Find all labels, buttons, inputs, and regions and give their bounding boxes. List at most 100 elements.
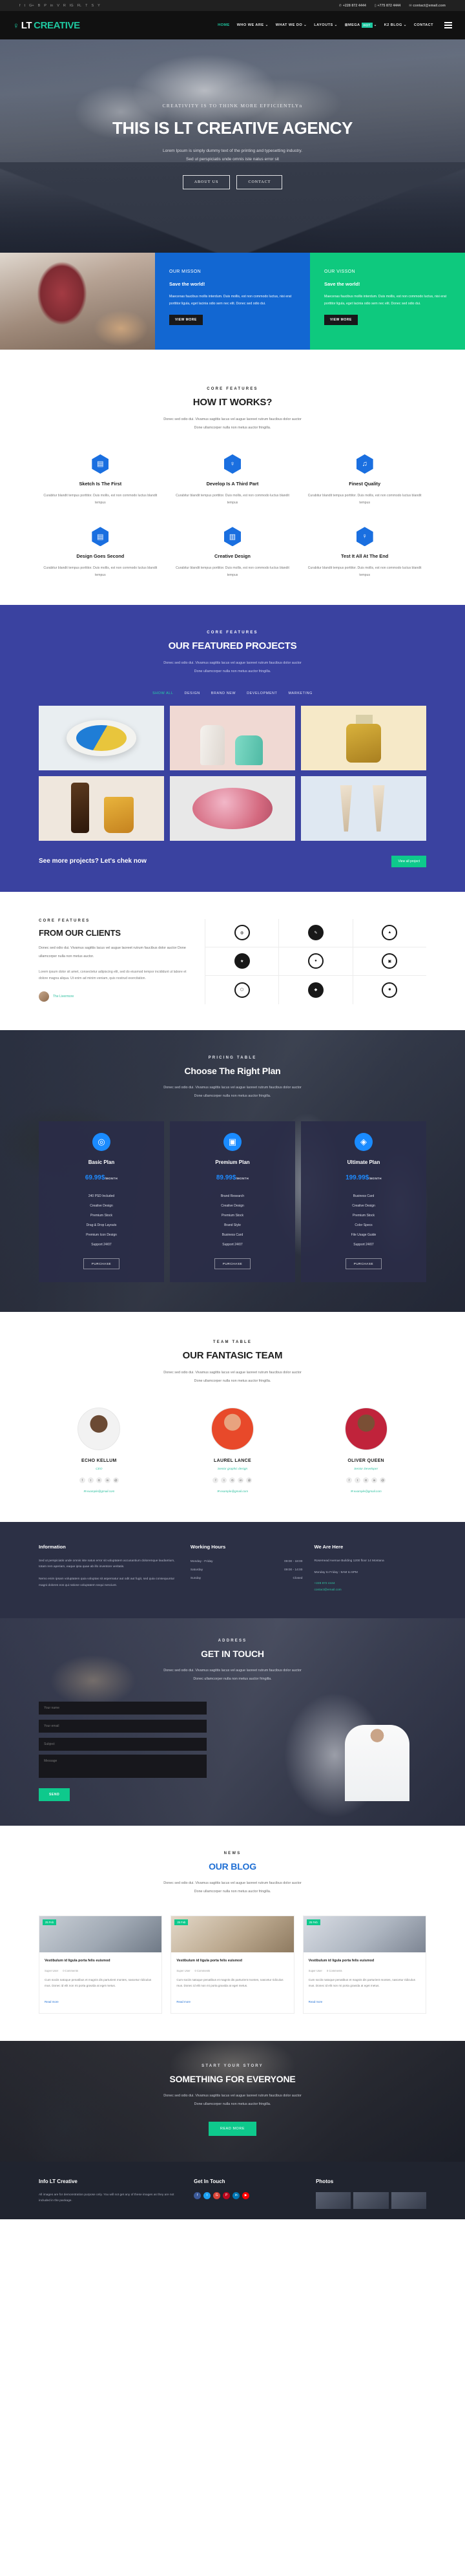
client-logo-cell[interactable]: ● <box>278 947 353 976</box>
project-macarons[interactable] <box>170 776 295 841</box>
nav-item-layouts[interactable]: LAYOUTS ⌄ <box>314 23 338 27</box>
facebook-icon[interactable]: f <box>19 4 21 8</box>
mission-view-more-button[interactable]: VIEW MORE <box>169 315 203 326</box>
linkedin-icon[interactable]: in <box>371 1477 378 1483</box>
contact-email[interactable]: ✉ contact@email.com <box>409 4 446 8</box>
project-paint-roller[interactable] <box>39 705 164 770</box>
send-button[interactable]: SEND <box>39 1788 70 1801</box>
nav-item-what-we-do[interactable]: WHAT WE DO ⌄ <box>276 23 307 27</box>
twitter-icon[interactable]: t <box>25 4 26 8</box>
rss-icon[interactable]: R <box>63 4 66 8</box>
twitter-icon[interactable]: t <box>355 1477 361 1483</box>
client-logo-cell[interactable]: ◆ <box>278 975 352 1004</box>
pinterest-icon[interactable]: P <box>44 4 46 8</box>
twitter-icon[interactable]: t <box>87 1477 94 1483</box>
instagram-icon[interactable]: @ <box>380 1477 386 1483</box>
blog-post[interactable]: 25 Feb Vestibulum id ligula porta felis … <box>302 1915 426 2014</box>
twitter-icon[interactable]: t <box>203 2191 211 2199</box>
vision-view-more-button[interactable]: VIEW MORE <box>324 315 358 326</box>
blog-post[interactable]: 25 Feb Vestibulum id ligula porta felis … <box>170 1915 294 2014</box>
google-plus-icon[interactable]: G <box>213 2191 221 2199</box>
vimeo-icon[interactable]: V <box>57 4 59 8</box>
post-title[interactable]: Vestibulum id ligula porta felis euismod <box>309 1958 420 1964</box>
google-plus-icon[interactable]: G <box>229 1477 236 1483</box>
client-logo-cell[interactable]: ✎ <box>278 918 353 947</box>
client-logo-cell[interactable]: ▲ <box>352 918 426 947</box>
logo-square-icon: ▣ <box>382 953 398 969</box>
google-plus-icon[interactable]: G+ <box>29 4 34 8</box>
site-logo[interactable]: ♀ LT CREATIVE <box>13 20 80 31</box>
facebook-icon[interactable]: f <box>346 1477 353 1483</box>
nav-item-contact[interactable]: CONTACT <box>414 23 433 27</box>
where-email-link[interactable]: contact@email.com <box>314 1589 426 1592</box>
linkedin-icon[interactable]: in <box>238 1477 244 1483</box>
project-cosmetic-bottles[interactable] <box>170 705 295 770</box>
facebook-icon[interactable]: f <box>79 1477 85 1483</box>
member-email[interactable]: ✉ example@gmail.com <box>39 1490 160 1494</box>
youtube-icon[interactable]: Y <box>98 4 100 8</box>
google-plus-icon[interactable]: G <box>96 1477 102 1483</box>
instagram-icon[interactable]: @ <box>112 1477 119 1483</box>
menu-icon[interactable] <box>444 22 452 28</box>
get-in-touch-section: ADDRESS GET IN TOUCH Donec sed odio dui.… <box>0 1618 465 1826</box>
footer-photo[interactable] <box>391 2191 426 2209</box>
twitter-icon[interactable]: t <box>221 1477 227 1483</box>
plan-purchase-button[interactable]: PURCHASE <box>345 1258 382 1269</box>
filter-brand-new[interactable]: BRAND NEW <box>211 692 236 695</box>
email-input[interactable] <box>39 1719 207 1733</box>
footer-photo[interactable] <box>353 2191 389 2209</box>
instagram-icon[interactable]: IG <box>70 4 74 8</box>
facebook-icon[interactable]: f <box>212 1477 219 1483</box>
blog-post[interactable]: 25 Feb Vestibulum id ligula porta felis … <box>39 1915 163 2014</box>
plan-purchase-button[interactable]: PURCHASE <box>214 1258 251 1269</box>
post-read-more-link[interactable]: Read more <box>45 2000 59 2003</box>
behance-icon[interactable]: B <box>38 4 41 8</box>
about-us-button[interactable]: ABOUT US <box>182 174 231 189</box>
subject-input[interactable] <box>39 1737 207 1751</box>
skype-icon[interactable]: S <box>91 4 94 8</box>
client-logo-cell[interactable]: ◍ <box>205 918 279 947</box>
project-beer-bottle[interactable] <box>39 776 164 841</box>
filter-marketing[interactable]: MARKETING <box>288 692 312 695</box>
nav-item-home[interactable]: HOME <box>218 23 230 27</box>
post-title[interactable]: Vestibulum id ligula porta felis euismod <box>176 1958 288 1964</box>
filter-show-all[interactable]: SHOW ALL <box>152 692 173 695</box>
linkedin-icon[interactable]: in <box>104 1477 110 1483</box>
phone-number-mobile[interactable]: ▯ +775 872 4444 <box>375 4 401 8</box>
post-read-more-link[interactable]: Read more <box>309 2000 323 2003</box>
view-all-projects-button[interactable]: View all project <box>391 855 426 867</box>
instagram-icon[interactable]: @ <box>246 1477 253 1483</box>
member-email[interactable]: ✉ example@gmail.com <box>305 1490 426 1494</box>
client-logo-cell[interactable]: ✹ <box>352 975 426 1004</box>
project-ice-cream-cones[interactable] <box>301 776 426 841</box>
post-read-more-link[interactable]: Read more <box>176 2000 191 2003</box>
nav-item-k2-blog[interactable]: K2 BLOG ⌄ <box>384 23 407 27</box>
phone-number-primary[interactable]: ✆ +228 872 4444 <box>339 4 366 8</box>
member-email[interactable]: ✉ example@gmail.com <box>172 1490 293 1494</box>
nav-item-mega[interactable]: ⊞MEGA HOT ⌄ <box>345 22 377 28</box>
name-input[interactable] <box>39 1701 207 1715</box>
cta-read-more-button[interactable]: READ MORE <box>208 2121 257 2136</box>
client-logo-cell[interactable]: ▣ <box>352 947 426 976</box>
project-olive-oil[interactable] <box>301 705 426 770</box>
nav-item-who-we-are[interactable]: WHO WE ARE ⌄ <box>237 23 269 27</box>
plan-purchase-button[interactable]: PURCHASE <box>83 1258 120 1269</box>
flickr-icon[interactable]: FL <box>78 4 81 8</box>
facebook-icon[interactable]: f <box>194 2191 202 2199</box>
youtube-icon[interactable]: ▶ <box>242 2191 250 2199</box>
footer-photo[interactable] <box>316 2191 351 2209</box>
tumblr-icon[interactable]: T <box>85 4 87 8</box>
message-textarea[interactable] <box>39 1754 207 1778</box>
pinterest-icon[interactable]: P <box>223 2191 231 2199</box>
client-logo-cell[interactable]: ⬡ <box>205 975 278 1004</box>
filter-development[interactable]: DEVELOPMENT <box>247 692 277 695</box>
linkedin-icon[interactable]: in <box>50 4 53 8</box>
client-logo-cell[interactable]: ★ <box>205 947 279 976</box>
contact-button[interactable]: CONTACT <box>236 174 283 189</box>
where-phone-link[interactable]: +228 872 4444 <box>314 1582 426 1585</box>
google-plus-icon[interactable]: G <box>363 1477 369 1483</box>
filter-design[interactable]: DESIGN <box>184 692 200 695</box>
topbar-social-links[interactable]: f t G+ B P in V R IG FL T S Y <box>19 4 100 8</box>
post-title[interactable]: Vestibulum id ligula porta felis euismod <box>45 1958 156 1964</box>
linkedin-icon[interactable]: in <box>232 2191 240 2199</box>
